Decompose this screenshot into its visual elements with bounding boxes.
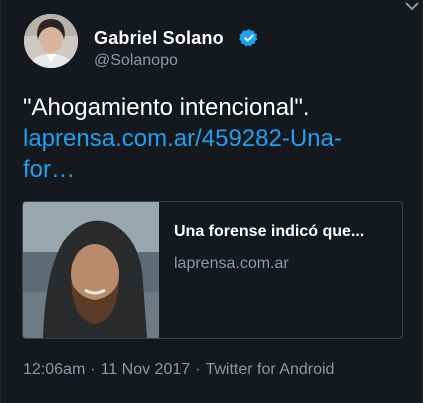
user-handle[interactable]: @Solanopo (94, 52, 178, 70)
display-name[interactable]: Gabriel Solano (94, 28, 224, 49)
tweet-meta: 12:06am · 11 Nov 2017 · Twitter for Android (23, 361, 334, 379)
preview-title: Una forense indicó que... (174, 223, 365, 240)
verified-badge-icon (239, 29, 258, 47)
chevron-down-icon[interactable] (404, 0, 420, 14)
meta-separator: · (195, 361, 201, 378)
link-preview-card[interactable]: Una forense indicó que... laprensa.com.a… (22, 201, 403, 339)
tweet-date[interactable]: 11 Nov 2017 (101, 361, 191, 379)
tweet-link[interactable]: laprensa.com.ar/459282-Una- for… (23, 123, 408, 185)
preview-image (23, 202, 159, 338)
preview-domain: laprensa.com.ar (174, 255, 289, 272)
tweet-text: "Ahogamiento intencional". laprensa.com.… (23, 92, 408, 185)
tweet-link-line1: laprensa.com.ar/459282-Una- (23, 125, 342, 152)
tweet-time[interactable]: 12:06am (23, 361, 85, 379)
meta-separator: · (90, 361, 96, 378)
avatar[interactable] (24, 14, 78, 68)
tweet-source[interactable]: Twitter for Android (205, 361, 334, 379)
tweet-card: Gabriel Solano @Solanopo "Ahogamiento in… (0, 0, 423, 403)
tweet-body: "Ahogamiento intencional". (23, 94, 310, 121)
tweet-link-line2: for… (23, 156, 76, 183)
